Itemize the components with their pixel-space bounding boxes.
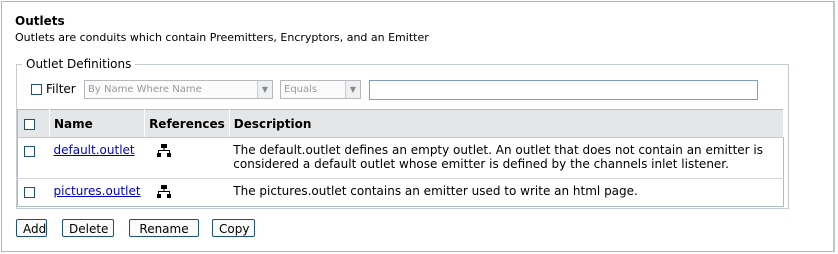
filter-field-value: By Name Where Name <box>88 84 202 95</box>
page-title: Outlets <box>15 14 65 28</box>
filter-value-input[interactable] <box>369 80 758 100</box>
filter-field-select[interactable]: By Name Where Name ▼ <box>84 80 273 99</box>
outlet-definitions-legend: Outlet Definitions <box>26 57 132 71</box>
copy-button[interactable]: Copy <box>212 219 255 237</box>
column-header-name[interactable]: Name <box>49 109 146 138</box>
table-header-row: Name References Description <box>17 109 785 138</box>
table-row: default.outlet The default.outlet define… <box>17 137 784 179</box>
outlet-name-link[interactable]: default.outlet <box>54 143 135 157</box>
row-select-cell <box>18 179 50 207</box>
row-checkbox[interactable] <box>24 187 35 198</box>
select-all-checkbox[interactable] <box>24 118 35 130</box>
select-all-cell <box>17 109 50 138</box>
description-cell: The pictures.outlet contains an emitter … <box>233 184 638 198</box>
outlets-table: Name References Description default.outl… <box>17 109 785 207</box>
references-cell <box>144 137 230 179</box>
filter-operator-value: Equals <box>284 84 318 95</box>
filter-row: Filter By Name Where Name ▼ Equals ▼ <box>29 80 769 100</box>
add-button[interactable]: Add <box>16 219 47 237</box>
filter-label: Filter <box>46 82 76 96</box>
references-icon[interactable] <box>156 185 171 201</box>
outlet-name-link[interactable]: pictures.outlet <box>54 184 141 198</box>
chevron-down-icon[interactable]: ▼ <box>257 81 272 98</box>
row-checkbox[interactable] <box>24 146 35 157</box>
chevron-down-icon[interactable]: ▼ <box>345 81 360 98</box>
references-icon[interactable] <box>156 144 171 160</box>
rename-button[interactable]: Rename <box>129 219 199 237</box>
references-cell <box>145 179 230 207</box>
filter-checkbox[interactable] <box>31 84 42 95</box>
name-cell: pictures.outlet <box>50 179 145 207</box>
row-select-cell <box>17 137 50 179</box>
table-row: pictures.outlet The pictures.outlet cont… <box>18 179 784 207</box>
name-cell: default.outlet <box>49 137 145 179</box>
description-cell: The default.outlet defines an empty outl… <box>229 137 784 179</box>
column-header-references[interactable]: References <box>144 109 230 138</box>
filter-operator-select[interactable]: Equals ▼ <box>280 80 361 99</box>
page-description: Outlets are conduits which contain Preem… <box>15 31 429 44</box>
column-header-description[interactable]: Description <box>229 109 785 138</box>
delete-button[interactable]: Delete <box>62 219 114 237</box>
